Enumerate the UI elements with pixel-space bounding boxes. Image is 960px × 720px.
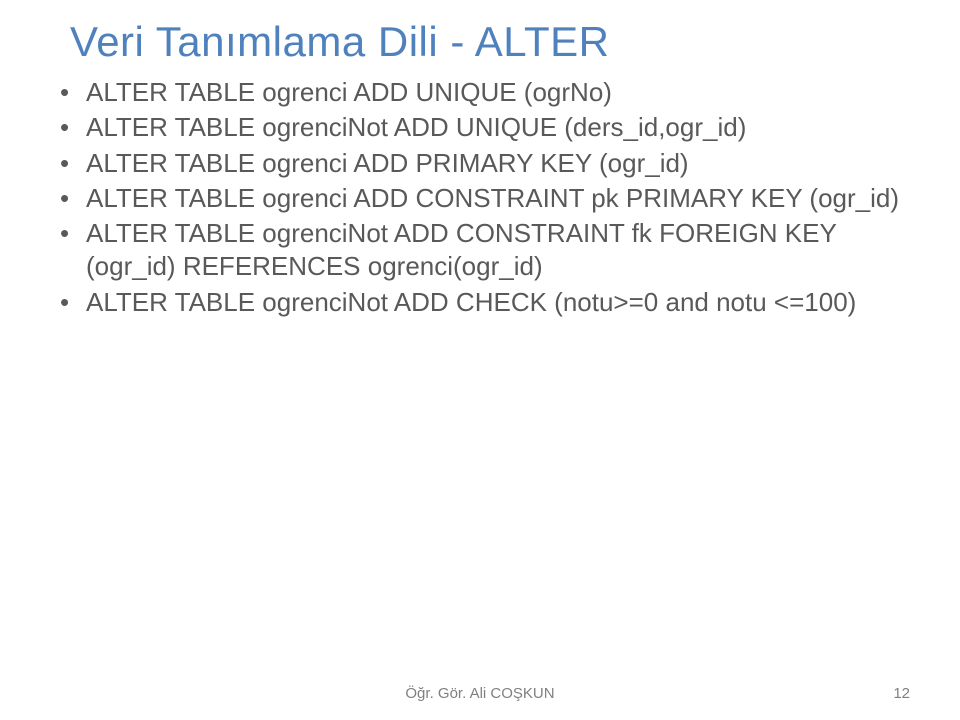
list-item: ALTER TABLE ogrenciNot ADD UNIQUE (ders_… — [60, 111, 920, 144]
page-number: 12 — [893, 685, 910, 702]
footer: Öğr. Gör. Ali COŞKUN — [0, 685, 960, 702]
list-item: ALTER TABLE ogrenciNot ADD CHECK (notu>=… — [60, 286, 920, 319]
list-item: ALTER TABLE ogrenci ADD PRIMARY KEY (ogr… — [60, 147, 920, 180]
footer-author: Öğr. Gör. Ali COŞKUN — [405, 685, 554, 702]
list-item: ALTER TABLE ogrenciNot ADD CONSTRAINT fk… — [60, 217, 920, 284]
page-title: Veri Tanımlama Dili - ALTER — [70, 18, 920, 66]
list-item: ALTER TABLE ogrenci ADD UNIQUE (ogrNo) — [60, 76, 920, 109]
bullet-list: ALTER TABLE ogrenci ADD UNIQUE (ogrNo) A… — [40, 76, 920, 319]
list-item: ALTER TABLE ogrenci ADD CONSTRAINT pk PR… — [60, 182, 920, 215]
slide: Veri Tanımlama Dili - ALTER ALTER TABLE … — [0, 0, 960, 720]
